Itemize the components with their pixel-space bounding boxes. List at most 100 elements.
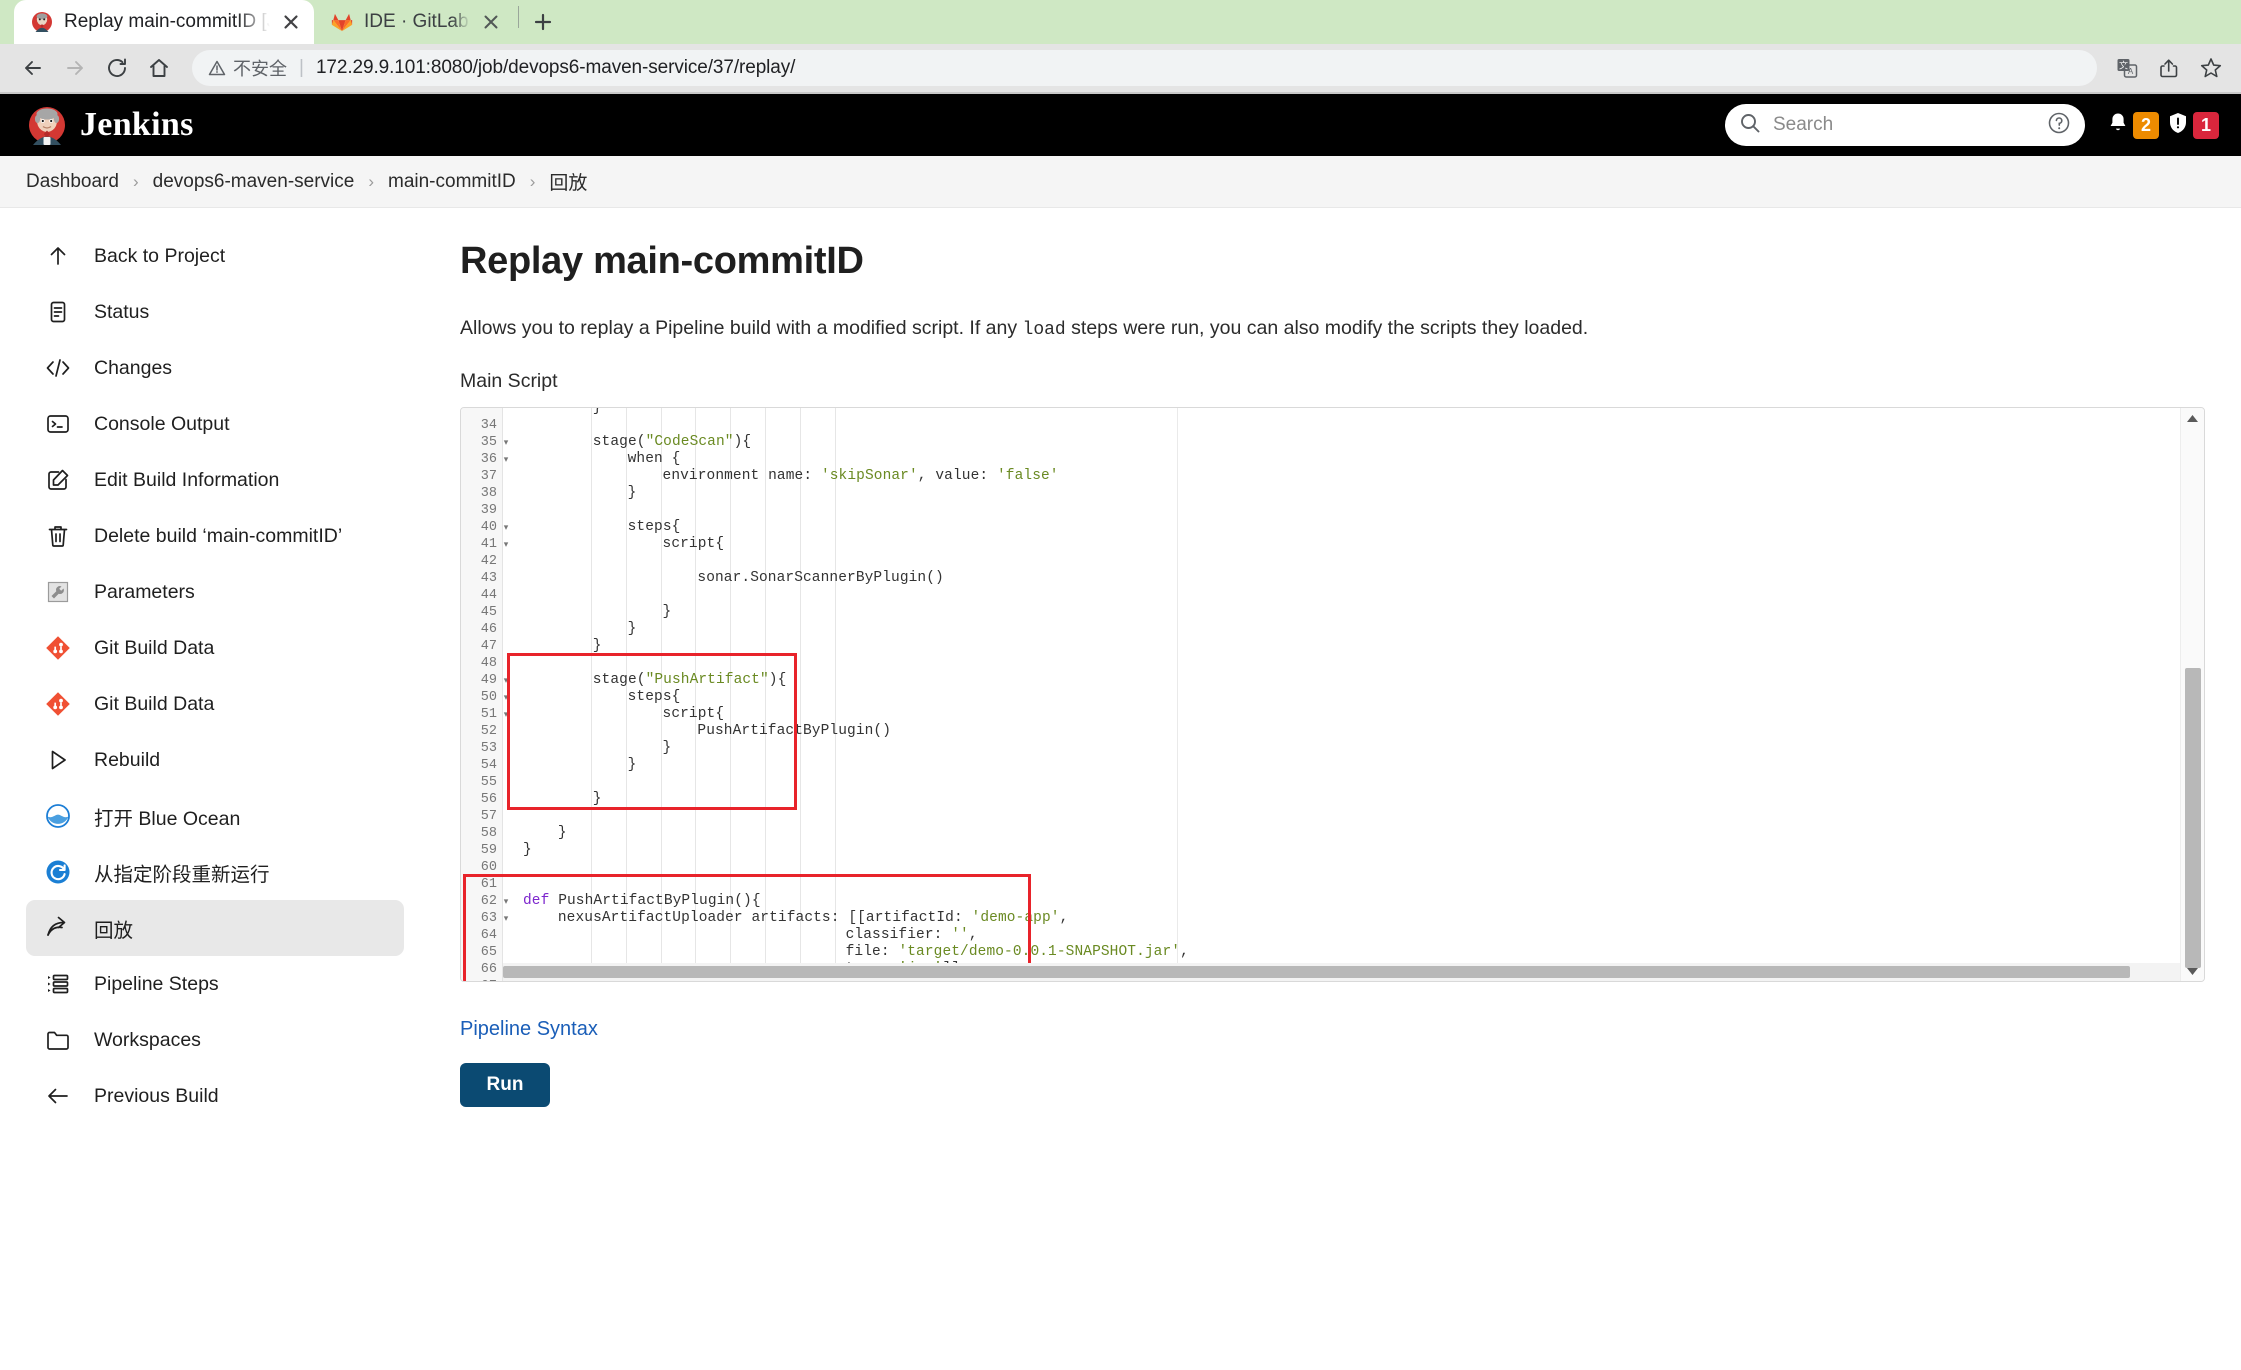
code-line[interactable]: 45} — [461, 604, 2204, 621]
code-line[interactable]: 49 ▾ stage("PushArtifact"){ — [461, 672, 2204, 689]
code-line[interactable]: 54} — [461, 757, 2204, 774]
code-editor[interactable]: } 34 35 ▾ stage("CodeScan"){36 ▾ when {37 envir… — [460, 407, 2205, 982]
code-line[interactable]: 48 — [461, 655, 2204, 672]
home-icon[interactable] — [140, 49, 178, 87]
sidebar-item-6[interactable]: Parameters — [26, 564, 404, 620]
code-editor-viewport[interactable]: } 34 35 ▾ stage("CodeScan"){36 ▾ when {37 envir… — [461, 408, 2204, 981]
breadcrumb-item-dashboard[interactable]: Dashboard — [26, 171, 119, 193]
fold-toggle-icon[interactable]: ▾ — [501, 434, 511, 451]
code-line[interactable]: 62 ▾ def PushArtifactByPlugin(){ — [461, 893, 2204, 910]
search-box[interactable] — [1725, 104, 2085, 146]
sidebar-item-1[interactable]: Status — [26, 284, 404, 340]
code-line[interactable]: 64 classifier: '', — [461, 927, 2204, 944]
code-line[interactable]: 56} — [461, 791, 2204, 808]
code-line[interactable]: 59} — [461, 842, 2204, 859]
code-line[interactable]: 53} — [461, 740, 2204, 757]
code-line[interactable]: 36 ▾ when { — [461, 451, 2204, 468]
address-bar[interactable]: 不安全 | 172.29.9.101:8080/job/devops6-mave… — [192, 50, 2097, 86]
sidebar-item-14[interactable]: Workspaces — [26, 1012, 404, 1068]
editor-scroll-thumb[interactable] — [2185, 668, 2201, 968]
code-line[interactable]: 35 ▾ stage("CodeScan"){ — [461, 434, 2204, 451]
new-tab-button[interactable] — [523, 2, 563, 42]
sidebar-item-9[interactable]: Rebuild — [26, 732, 404, 788]
breadcrumb-item-build[interactable]: main-commitID — [388, 171, 516, 193]
editor-vertical-scrollbar[interactable] — [2180, 408, 2204, 981]
run-button[interactable]: Run — [460, 1063, 550, 1107]
line-number: 50 — [480, 690, 497, 705]
editor-horizontal-scrollbar[interactable] — [503, 963, 2180, 981]
share-icon[interactable] — [2153, 52, 2185, 84]
breadcrumb-item-replay[interactable]: 回放 — [549, 168, 587, 195]
sidebar-item-2[interactable]: Changes — [26, 340, 404, 396]
sidebar-item-12[interactable]: 回放 — [26, 900, 404, 956]
fold-toggle-icon[interactable]: ▾ — [501, 706, 511, 723]
code-line[interactable]: 65 file: 'target/demo-0.0.1-SNAPSHOT.jar'… — [461, 944, 2204, 961]
scroll-down-arrow-icon[interactable] — [2181, 961, 2204, 981]
translate-icon[interactable]: 文A — [2111, 52, 2143, 84]
notification-count-badge[interactable]: 2 — [2133, 111, 2159, 139]
code-line[interactable]: 52 PushArtifactByPlugin() — [461, 723, 2204, 740]
sidebar-item-13[interactable]: Pipeline Steps — [26, 956, 404, 1012]
sidebar-item-0[interactable]: Back to Project — [26, 228, 404, 284]
fold-toggle-icon[interactable]: ▾ — [501, 910, 511, 927]
code-line[interactable]: 57 — [461, 808, 2204, 825]
sidebar-item-4[interactable]: Edit Build Information — [26, 452, 404, 508]
security-warnings-button[interactable]: 1 — [2165, 110, 2219, 141]
jenkins-logo[interactable]: Jenkins — [26, 104, 194, 146]
code-line[interactable]: 38} — [461, 485, 2204, 502]
code-line[interactable]: 43 sonar.SonarScannerByPlugin() — [461, 570, 2204, 587]
code-line[interactable]: 44 — [461, 587, 2204, 604]
fold-toggle-icon[interactable]: ▾ — [501, 451, 511, 468]
line-number: 41 — [480, 537, 497, 552]
fold-toggle-icon[interactable]: ▾ — [501, 893, 511, 910]
code-line[interactable]: 60 — [461, 859, 2204, 876]
code-line[interactable]: 42 — [461, 553, 2204, 570]
reload-icon[interactable] — [98, 49, 136, 87]
question-circle-icon[interactable] — [2047, 111, 2071, 140]
scroll-up-arrow-icon[interactable] — [2181, 408, 2204, 428]
sidebar-item-5[interactable]: Delete build ‘main-commitID’ — [26, 508, 404, 564]
browser-tab-jenkins[interactable]: Replay main-commitID [Jenkins — [14, 0, 314, 44]
code-line[interactable]: 40 ▾ steps{ — [461, 519, 2204, 536]
not-secure-indicator[interactable]: 不安全 — [208, 55, 287, 81]
sidebar-item-8[interactable]: Git Build Data — [26, 676, 404, 732]
sidebar-item-10[interactable]: 打开 Blue Ocean — [26, 788, 404, 844]
search-input[interactable] — [1771, 113, 2037, 137]
security-count-badge[interactable]: 1 — [2193, 111, 2219, 139]
sidebar-item-7[interactable]: Git Build Data — [26, 620, 404, 676]
code-line[interactable]: 37 environment name: 'skipSonar', value: … — [461, 468, 2204, 485]
close-icon[interactable] — [480, 11, 502, 33]
fold-toggle-icon[interactable]: ▾ — [501, 536, 511, 553]
code-line[interactable]: 46} — [461, 621, 2204, 638]
code-line[interactable]: 47} — [461, 638, 2204, 655]
fold-toggle-icon[interactable]: ▾ — [501, 672, 511, 689]
sidebar-item-11[interactable]: 从指定阶段重新运行 — [26, 844, 404, 900]
close-icon[interactable] — [280, 11, 302, 33]
jenkins-favicon — [30, 10, 54, 34]
back-arrow-icon[interactable] — [14, 49, 52, 87]
forward-arrow-icon[interactable] — [56, 49, 94, 87]
browser-tab-gitlab[interactable]: IDE · GitLab — [314, 0, 514, 44]
sidebar-item-3[interactable]: Console Output — [26, 396, 404, 452]
code-line[interactable]: 51 ▾ script{ — [461, 706, 2204, 723]
code-line[interactable]: 41 ▾ script{ — [461, 536, 2204, 553]
code-line[interactable]: 61 — [461, 876, 2204, 893]
code-line[interactable]: 58} — [461, 825, 2204, 842]
breadcrumb-item-project[interactable]: devops6-maven-service — [153, 171, 355, 193]
fold-toggle-icon[interactable]: ▾ — [501, 519, 511, 536]
line-number: 56 — [480, 792, 497, 807]
code-line[interactable]: 63 ▾ nexusArtifactUploader artifacts: [[ar… — [461, 910, 2204, 927]
code-line[interactable]: 39 — [461, 502, 2204, 519]
code-lines-container[interactable]: } 34 35 ▾ stage("CodeScan"){36 ▾ when {37 envir… — [461, 408, 2204, 981]
pipeline-syntax-link[interactable]: Pipeline Syntax — [460, 1018, 598, 1041]
line-number: 47 — [480, 639, 497, 654]
bookmark-star-icon[interactable] — [2195, 52, 2227, 84]
code-line[interactable]: 50 ▾ steps{ — [461, 689, 2204, 706]
fold-toggle-icon[interactable]: ▾ — [501, 689, 511, 706]
editor-hscroll-thumb[interactable] — [503, 966, 2130, 978]
sidebar-item-15[interactable]: Previous Build — [26, 1068, 404, 1124]
notifications-button[interactable]: 2 — [2105, 110, 2159, 141]
code-line[interactable]: 34 — [461, 417, 2204, 434]
line-number: 43 — [480, 571, 497, 586]
code-line[interactable]: 55 — [461, 774, 2204, 791]
